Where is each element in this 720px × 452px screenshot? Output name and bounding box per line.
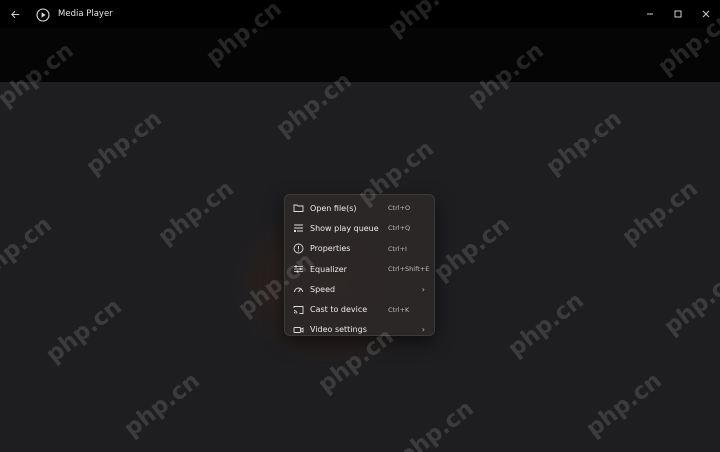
window-title: Media Player [58,9,113,19]
chevron-right-icon: › [421,325,425,335]
menu-item-show-play-queue[interactable]: Show play queue Ctrl+Q [285,218,434,238]
maximize-icon[interactable] [664,0,692,28]
menu-item-label: Open file(s) [310,203,357,213]
menu-item-open-files[interactable]: Open file(s) Ctrl+O [285,198,434,218]
close-icon[interactable] [692,0,720,28]
menu-item-speed[interactable]: Speed › [285,279,434,299]
video-settings-icon [292,324,304,336]
back-arrow-icon[interactable] [0,0,30,28]
menu-item-video-settings[interactable]: Video settings › [285,320,434,340]
menu-item-shortcut: Ctrl+K [388,305,410,314]
folder-icon [292,202,304,214]
window-controls [636,0,720,28]
queue-icon [292,222,304,234]
video-top-band [0,28,720,82]
menu-item-cast-to-device[interactable]: Cast to device Ctrl+K [285,299,434,319]
menu-item-shortcut: Ctrl+I [388,244,407,253]
context-menu: Open file(s) Ctrl+O Show play queue Ctrl… [284,194,435,336]
menu-item-label: Properties [310,244,351,254]
menu-item-properties[interactable]: Properties Ctrl+I [285,239,434,259]
cast-icon [292,304,304,316]
menu-item-shortcut: Ctrl+Q [388,224,411,233]
menu-item-equalizer[interactable]: Equalizer Ctrl+Shift+E [285,259,434,279]
menu-item-label: Cast to device [310,305,368,315]
media-player-window: Media Player Open file(s) Ctrl+O Show pl… [0,0,720,452]
media-player-icon [36,7,50,22]
speed-icon [292,283,304,295]
title-bar: Media Player [0,0,720,28]
menu-item-shortcut: Ctrl+O [388,204,411,213]
menu-item-label: Equalizer [310,264,347,274]
menu-item-label: Show play queue [310,223,379,233]
menu-item-label: Speed [310,284,336,294]
chevron-right-icon: › [421,284,425,294]
info-icon [292,243,304,255]
minimize-icon[interactable] [636,0,664,28]
menu-item-label: Video settings [310,325,367,335]
equalizer-icon [292,263,304,275]
menu-item-shortcut: Ctrl+Shift+E [388,265,430,274]
